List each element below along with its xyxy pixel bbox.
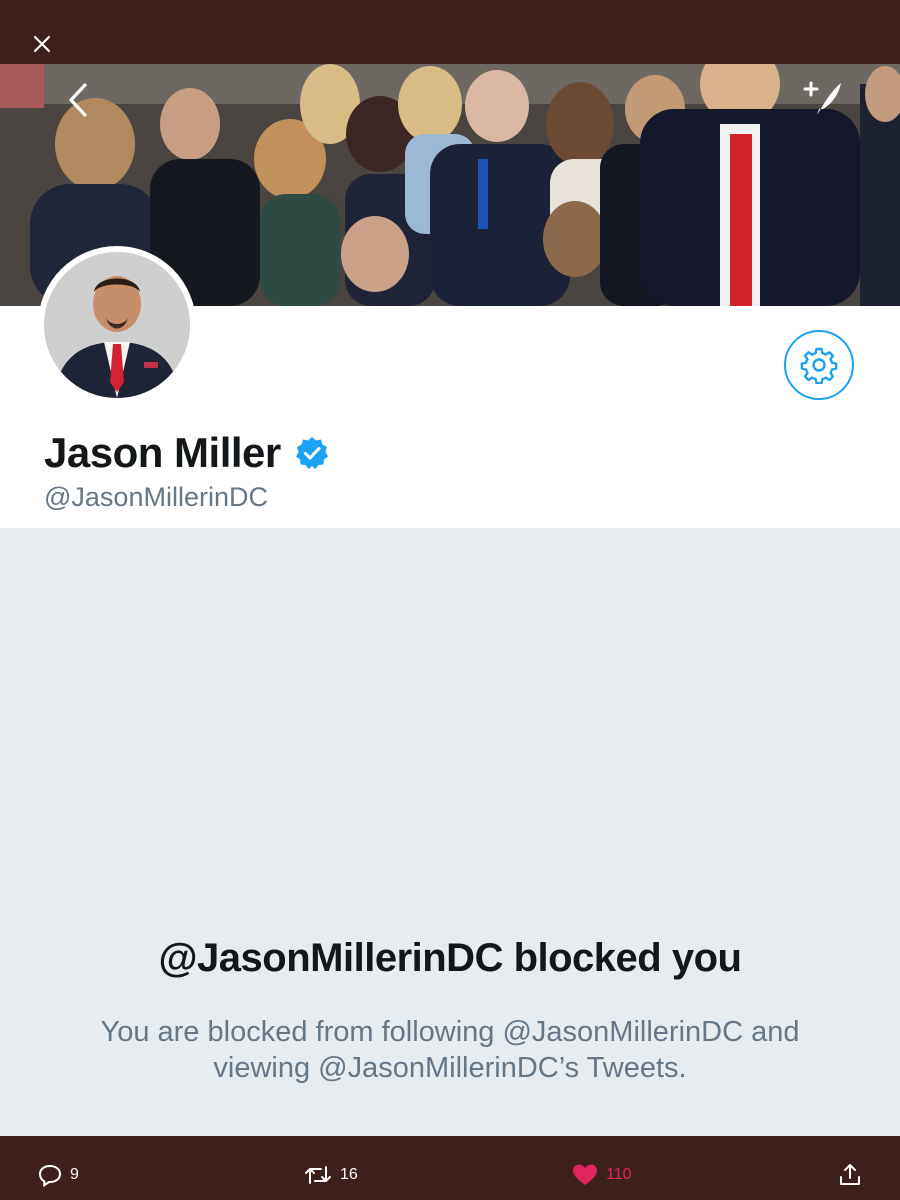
retweet-icon xyxy=(305,1166,331,1184)
retweet-button[interactable]: 16 xyxy=(304,1162,358,1188)
like-count: 110 xyxy=(606,1166,632,1183)
heart-icon xyxy=(573,1164,597,1185)
top-bar xyxy=(0,0,900,64)
gear-icon xyxy=(800,347,838,384)
like-button[interactable]: 110 xyxy=(572,1162,632,1188)
share-icon xyxy=(840,1164,860,1185)
share-button[interactable] xyxy=(838,1162,862,1188)
reply-icon xyxy=(39,1165,61,1187)
profile-handle: @JasonMillerinDC xyxy=(44,482,268,512)
tweet-action-bar xyxy=(0,1136,900,1200)
compose-tweet-button[interactable] xyxy=(796,76,850,122)
close-icon xyxy=(33,35,51,53)
blocked-message: You are blocked from following @JasonMil… xyxy=(100,1016,800,1084)
close-button[interactable] xyxy=(28,30,56,58)
back-button[interactable] xyxy=(58,80,98,120)
settings-button[interactable] xyxy=(784,330,854,400)
reply-button[interactable]: 9 xyxy=(38,1162,79,1188)
blocked-title: @JasonMillerinDC blocked you xyxy=(158,936,742,980)
avatar[interactable] xyxy=(38,246,196,404)
compose-tweet-icon xyxy=(803,81,841,115)
display-name: Jason Miller xyxy=(44,429,281,476)
avatar-photo xyxy=(44,252,190,398)
chevron-left-icon xyxy=(69,83,87,117)
reply-count: 9 xyxy=(70,1166,79,1183)
retweet-count: 16 xyxy=(340,1166,358,1183)
name-row: Jason Miller xyxy=(44,428,329,478)
verified-badge-icon xyxy=(295,437,328,469)
